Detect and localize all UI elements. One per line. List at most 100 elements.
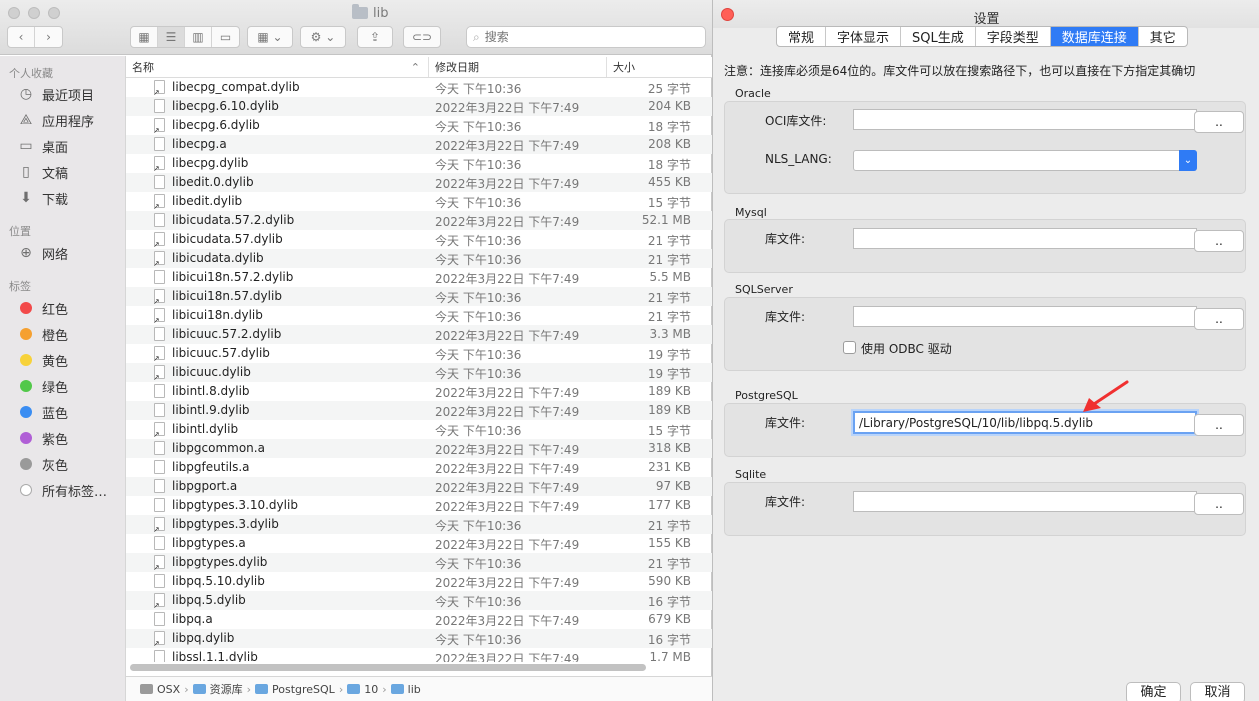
sidebar-tag-gray[interactable]: 灰色 (18, 454, 68, 474)
sqlserver-browse-button[interactable]: .. (1194, 308, 1244, 330)
sidebar-tag-purple[interactable]: 紫色 (18, 428, 68, 448)
tab-field-types[interactable]: 字段类型 (976, 27, 1051, 46)
group-label-mysql: Mysql (735, 206, 767, 219)
sidebar-item-applications[interactable]: ⟁ 应用程序 (18, 110, 94, 130)
file-row[interactable]: libintl.dylib 今天 下午10:36 15 字节 (126, 420, 712, 439)
file-row[interactable]: libicudata.dylib 今天 下午10:36 21 字节 (126, 249, 712, 268)
file-name: libpq.dylib (172, 631, 235, 645)
search-field[interactable]: ⌕ (466, 26, 706, 48)
file-row[interactable]: libicuuc.dylib 今天 下午10:36 19 字节 (126, 363, 712, 382)
file-row[interactable]: libecpg.6.dylib 今天 下午10:36 18 字节 (126, 116, 712, 135)
desktop-icon: ▭ (19, 138, 33, 154)
oci-browse-button[interactable]: .. (1194, 111, 1244, 133)
tab-font-display[interactable]: 字体显示 (826, 27, 902, 46)
list-view-button[interactable]: ☰ (158, 27, 185, 47)
file-row[interactable]: libpgfeutils.a 2022年3月22日 下午7:49 231 KB (126, 458, 712, 477)
sidebar-tag-red[interactable]: 红色 (18, 298, 68, 318)
minimize-window-button[interactable] (28, 7, 40, 19)
file-row[interactable]: libicudata.57.dylib 今天 下午10:36 21 字节 (126, 230, 712, 249)
tag-button[interactable]: ⊂⊃ (403, 26, 441, 48)
file-name: libpgport.a (172, 479, 238, 493)
group-button[interactable]: ▦ ⌄ (247, 26, 293, 48)
odbc-checkbox[interactable] (843, 341, 856, 354)
search-input[interactable] (484, 30, 685, 44)
sidebar-item-network[interactable]: ⊕ 网络 (18, 243, 68, 263)
sidebar-tag-all[interactable]: 所有标签… (18, 480, 107, 500)
sidebar-tag-blue[interactable]: 蓝色 (18, 402, 68, 422)
postgresql-lib-input[interactable] (853, 411, 1197, 434)
postgresql-browse-button[interactable]: .. (1194, 414, 1244, 436)
file-row[interactable]: libicui18n.dylib 今天 下午10:36 21 字节 (126, 306, 712, 325)
tab-other[interactable]: 其它 (1139, 27, 1187, 46)
share-button[interactable]: ⇪ (357, 26, 393, 48)
sidebar-item-documents[interactable]: ▯ 文稿 (18, 162, 68, 182)
sidebar-item-desktop[interactable]: ▭ 桌面 (18, 136, 68, 156)
back-button[interactable]: ‹ (8, 27, 35, 47)
file-row[interactable]: libpq.dylib 今天 下午10:36 16 字节 (126, 629, 712, 648)
file-row[interactable]: libecpg.dylib 今天 下午10:36 18 字节 (126, 154, 712, 173)
path-item-lib[interactable]: lib (390, 683, 421, 696)
file-size: 19 字节 (647, 348, 691, 362)
sidebar-item-recents[interactable]: ◷ 最近项目 (18, 84, 94, 104)
file-date: 今天 下午10:36 (435, 82, 522, 96)
sidebar-tag-yellow[interactable]: 黄色 (18, 350, 68, 370)
chevron-right-icon: › (46, 30, 51, 44)
sidebar-tag-orange[interactable]: 橙色 (18, 324, 68, 344)
file-row[interactable]: libpgtypes.3.10.dylib 2022年3月22日 下午7:49 17… (126, 496, 712, 515)
file-row[interactable]: libecpg.6.10.dylib 2022年3月22日 下午7:49 204 K… (126, 97, 712, 116)
file-row[interactable]: libssl.1.1.dylib 2022年3月22日 下午7:49 1.7 MB (126, 648, 712, 662)
path-item-10[interactable]: 10 (347, 683, 378, 696)
file-icon (154, 536, 165, 550)
icon-view-button[interactable]: ▦ (131, 27, 158, 47)
file-row[interactable]: libpgport.a 2022年3月22日 下午7:49 97 KB (126, 477, 712, 496)
column-header-name[interactable]: 名称 ⌃ (126, 57, 429, 77)
sidebar-tag-green[interactable]: 绿色 (18, 376, 68, 396)
file-row[interactable]: libecpg.a 2022年3月22日 下午7:49 208 KB (126, 135, 712, 154)
file-row[interactable]: libintl.9.dylib 2022年3月22日 下午7:49 189 KB (126, 401, 712, 420)
file-row[interactable]: libpq.a 2022年3月22日 下午7:49 679 KB (126, 610, 712, 629)
tab-sql-generation[interactable]: SQL生成 (901, 27, 976, 46)
file-row[interactable]: libedit.0.dylib 2022年3月22日 下午7:49 455 KB (126, 173, 712, 192)
file-row[interactable]: libpq.5.10.dylib 2022年3月22日 下午7:49 590 KB (126, 572, 712, 591)
file-date: 2022年3月22日 下午7:49 (435, 272, 580, 286)
file-row[interactable]: libedit.dylib 今天 下午10:36 15 字节 (126, 192, 712, 211)
mysql-browse-button[interactable]: .. (1194, 230, 1244, 252)
tab-general[interactable]: 常规 (777, 27, 827, 46)
path-item-library[interactable]: 资源库 (192, 681, 243, 697)
tab-database-connection[interactable]: 数据库连接 (1050, 27, 1139, 46)
sidebar-item-downloads[interactable]: ⬇ 下载 (18, 188, 68, 208)
close-window-button[interactable] (8, 7, 20, 19)
file-row[interactable]: libpq.5.dylib 今天 下午10:36 16 字节 (126, 591, 712, 610)
file-row[interactable]: libicuuc.57.2.dylib 2022年3月22日 下午7:49 3.3 … (126, 325, 712, 344)
path-item-postgresql[interactable]: PostgreSQL (255, 683, 335, 696)
file-row[interactable]: libicuuc.57.dylib 今天 下午10:36 19 字节 (126, 344, 712, 363)
alias-file-icon (153, 346, 165, 363)
gallery-view-button[interactable]: ▭ (212, 27, 239, 47)
cancel-button[interactable]: 取消 (1190, 682, 1245, 701)
file-row[interactable]: libpgtypes.3.dylib 今天 下午10:36 21 字节 (126, 515, 712, 534)
file-row[interactable]: libpgtypes.dylib 今天 下午10:36 21 字节 (126, 553, 712, 572)
action-button[interactable]: ⚙ ⌄ (300, 26, 346, 48)
column-view-button[interactable]: ▥ (185, 27, 212, 47)
file-row[interactable]: libpgcommon.a 2022年3月22日 下午7:49 318 KB (126, 439, 712, 458)
ok-button[interactable]: 确定 (1126, 682, 1181, 701)
file-row[interactable]: libicui18n.57.2.dylib 2022年3月22日 下午7:49 5.… (126, 268, 712, 287)
mysql-lib-input[interactable] (853, 228, 1197, 249)
oci-lib-input[interactable] (853, 109, 1197, 130)
file-row[interactable]: libicudata.57.2.dylib 2022年3月22日 下午7:49 52… (126, 211, 712, 230)
path-item-osx[interactable]: OSX (140, 683, 180, 696)
file-row[interactable]: libicui18n.57.dylib 今天 下午10:36 21 字节 (126, 287, 712, 306)
horizontal-scrollbar[interactable] (130, 664, 646, 671)
nls-lang-select[interactable]: ⌄ (853, 150, 1197, 171)
sqlite-lib-input[interactable] (853, 491, 1197, 512)
zoom-window-button[interactable] (48, 7, 60, 19)
column-header-size[interactable]: 大小 (607, 57, 712, 77)
alias-file-icon (153, 118, 165, 135)
file-row[interactable]: libecpg_compat.dylib 今天 下午10:36 25 字节 (126, 78, 712, 97)
forward-button[interactable]: › (35, 27, 62, 47)
file-row[interactable]: libintl.8.dylib 2022年3月22日 下午7:49 189 KB (126, 382, 712, 401)
sqlite-browse-button[interactable]: .. (1194, 493, 1244, 515)
sqlserver-lib-input[interactable] (853, 306, 1197, 327)
column-header-date[interactable]: 修改日期 (429, 57, 607, 77)
file-row[interactable]: libpgtypes.a 2022年3月22日 下午7:49 155 KB (126, 534, 712, 553)
